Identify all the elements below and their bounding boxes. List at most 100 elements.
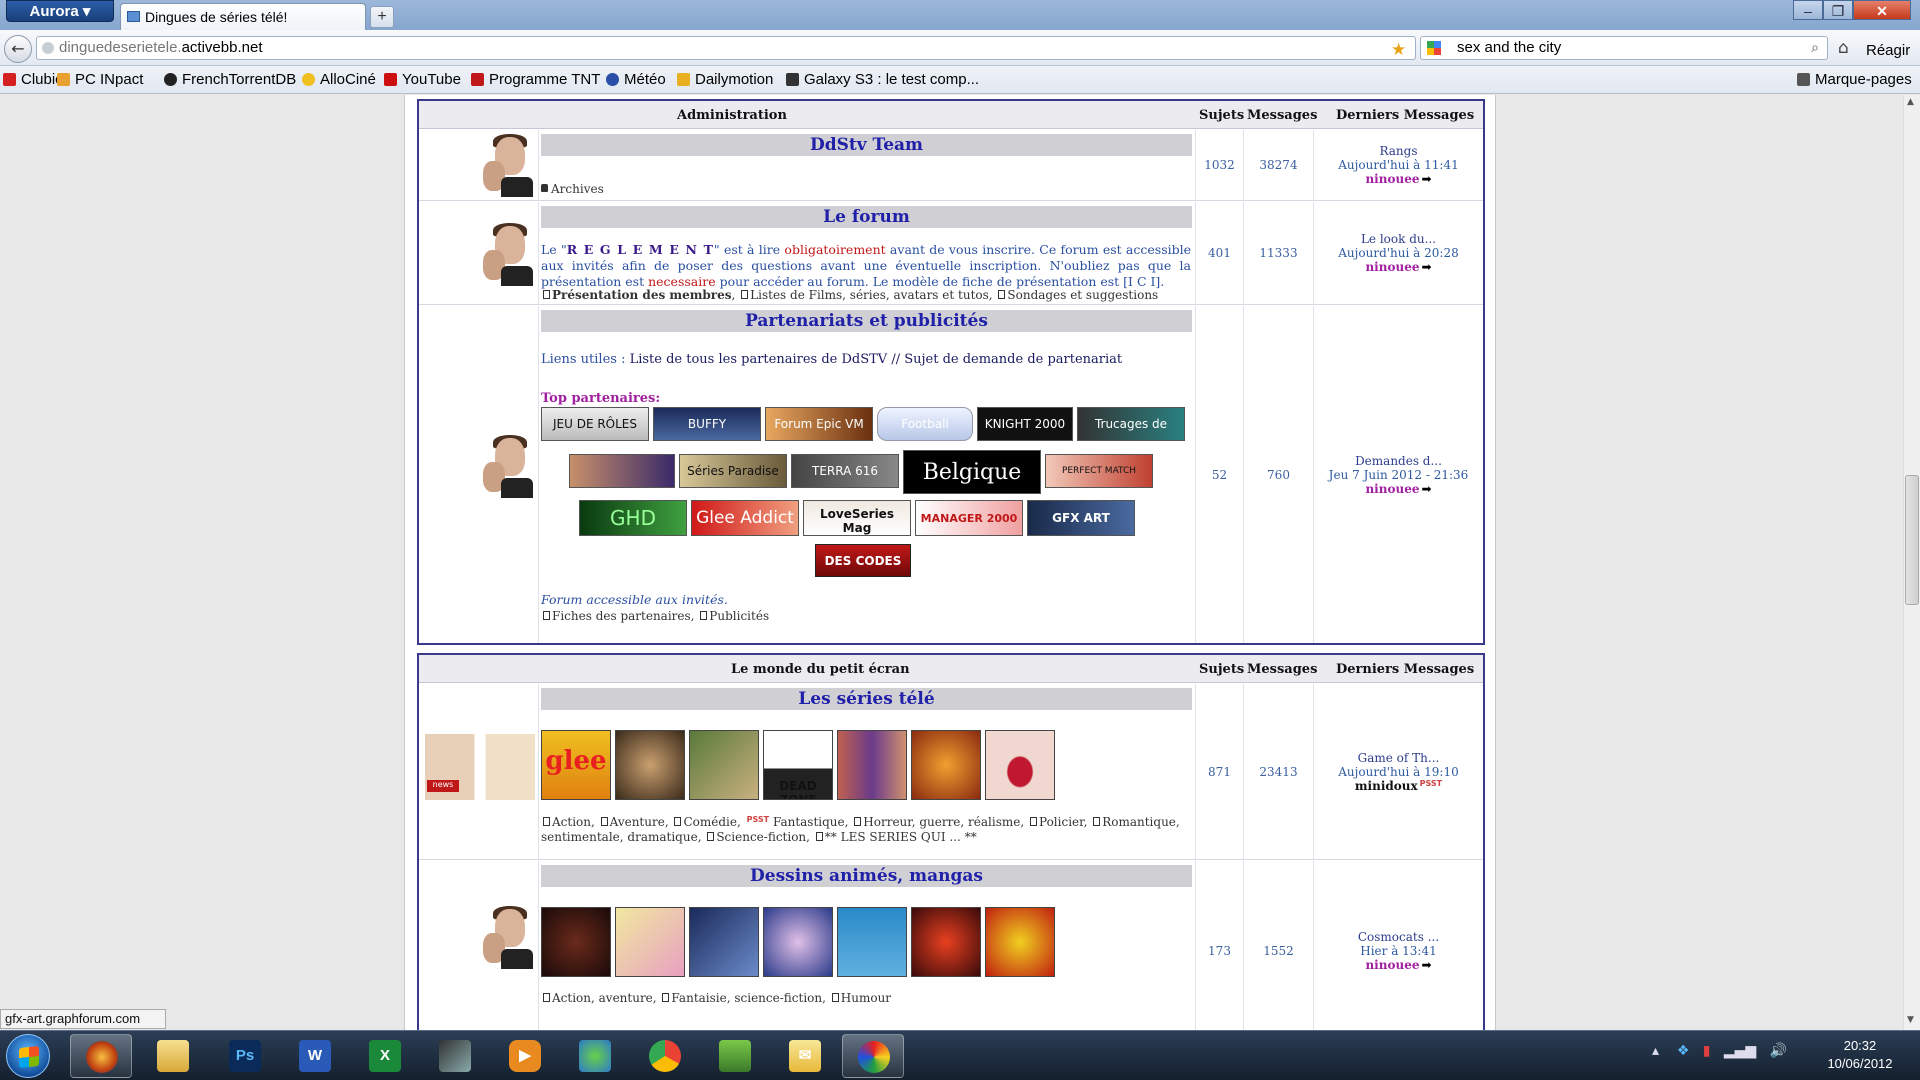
network-icon[interactable]: ▂▄▆ [1724,1043,1756,1059]
scroll-up-icon[interactable]: ▲ [1907,97,1914,107]
start-button[interactable] [6,1034,50,1078]
subforum-link[interactable]: Action, aventure [552,991,653,1005]
cartoon-thumbnail[interactable] [911,907,981,977]
feedback-button[interactable]: Réagir [1866,42,1910,59]
home-icon[interactable]: ⌂ [1838,38,1849,58]
partner-banner[interactable]: PERFECT MATCH [1045,454,1153,488]
subforum-link[interactable]: Sondages et suggestions [1007,288,1158,302]
forum-title-link[interactable]: Partenariats et publicités [541,310,1192,332]
partner-banner[interactable]: Belgique [903,450,1041,494]
app-menu-button[interactable]: Aurora ▾ [6,0,114,22]
last-topic-link[interactable]: Rangs [1314,144,1483,158]
scroll-down-icon[interactable]: ▼ [1907,1015,1914,1025]
scrollbar-thumb[interactable] [1905,475,1919,605]
taskbar-firefox[interactable] [70,1034,132,1078]
url-bar[interactable]: dinguedeserietele.activebb.net ★ ▿ ↻ [36,36,1439,80]
taskbar-photoshop[interactable]: Ps [214,1034,276,1078]
taskbar-excel[interactable]: X [354,1034,416,1078]
partner-banner[interactable]: GHD [579,500,687,536]
series-thumbnail[interactable] [615,730,685,800]
partner-banner[interactable]: Forum Epic VM [765,407,873,441]
taskbar-media-player[interactable]: ▶ [494,1034,556,1078]
partner-banner[interactable]: Séries Paradise [679,454,787,488]
last-user-link[interactable]: minidoux [1355,779,1418,793]
taskbar-clock[interactable]: 20:32 10/06/2012 [1810,1037,1910,1073]
forum-title-link[interactable]: DdStv Team [541,134,1192,156]
subforum-link[interactable]: Fantaisie, science-fiction [671,991,822,1005]
dropbox-icon[interactable]: ❖ [1677,1043,1690,1059]
series-thumbnail[interactable] [837,730,907,800]
bookmark-youtube[interactable]: YouTube [384,71,461,88]
partner-banner[interactable]: BUFFY [653,407,761,441]
taskbar-word[interactable]: W [284,1034,346,1078]
subforum-link[interactable]: Science-fiction [716,830,806,844]
go-to-post-icon[interactable]: ➡ [1421,260,1431,274]
vertical-scrollbar[interactable]: ▲ ▼ [1903,95,1920,1030]
series-thumbnail[interactable] [689,730,759,800]
partner-banner[interactable]: Football [877,407,973,441]
last-topic-link[interactable]: Game of Th... [1314,751,1483,765]
partner-banner[interactable]: Glee Addict [691,500,799,536]
partner-banner[interactable] [569,454,675,488]
series-thumbnail[interactable]: glee [541,730,611,800]
forum-title-link[interactable]: Dessins animés, mangas [541,865,1192,887]
cartoon-thumbnail[interactable] [985,907,1055,977]
last-user-link[interactable]: ninouee [1365,958,1419,972]
bookmark-allocine[interactable]: AlloCiné [302,71,376,88]
browser-tab[interactable]: Dingues de séries télé! [120,3,366,31]
partners-links[interactable]: Liste de tous les partenaires de DdSTV /… [630,352,1123,367]
cartoon-thumbnail[interactable] [837,907,907,977]
reglement-link[interactable]: R E G L E M E N T [567,242,714,257]
go-to-post-icon[interactable]: ➡ [1421,482,1431,496]
bookmark-clubic[interactable]: Clubic [3,71,63,88]
subforum-link[interactable]: Action [552,815,591,829]
partner-banner[interactable]: Trucages de [1077,407,1185,441]
taskbar-messenger[interactable] [564,1034,626,1078]
partner-banner[interactable]: DES CODES [815,544,911,577]
cartoon-thumbnail[interactable] [541,907,611,977]
subforum-link[interactable]: Publicités [709,609,769,623]
subforum-link[interactable]: Policier [1039,815,1084,829]
bookmarks-menu[interactable]: Marque-pages [1797,71,1912,88]
cartoon-thumbnail[interactable] [763,907,833,977]
taskbar-app[interactable]: ✉ [774,1034,836,1078]
show-hidden-icons[interactable]: ▴ [1652,1043,1659,1059]
bookmark-star-icon[interactable]: ★ [1391,39,1406,61]
partner-banner[interactable]: JEU DE RÔLES [541,407,649,441]
series-thumbnail[interactable]: DEAD ZONE [763,730,833,800]
subforum-link[interactable]: Fantastique [773,815,845,829]
bookmark-pcinpact[interactable]: PC INpact [57,71,143,88]
search-bar[interactable]: sex and the city ⌕ [1420,36,1828,60]
search-icon[interactable]: ⌕ [1811,37,1819,59]
cartoon-thumbnail[interactable] [615,907,685,977]
subforum-link[interactable]: Fiches des partenaires [552,609,691,623]
bookmark-meteo[interactable]: Météo [606,71,666,88]
back-button[interactable]: ← [4,35,32,63]
bookmark-programme-tnt[interactable]: Programme TNT [471,71,600,88]
google-icon[interactable] [1427,41,1441,55]
partner-banner[interactable]: MANAGER 2000 [915,500,1023,536]
last-user-link[interactable]: ninouee [1365,260,1419,274]
taskbar-explorer[interactable] [142,1034,204,1078]
taskbar-paint[interactable] [842,1034,904,1078]
partner-banner[interactable]: LoveSeries Mag [803,500,911,536]
subforum-link[interactable]: Listes de Films, séries, avatars et tuto… [750,288,989,302]
taskbar-app[interactable] [424,1034,486,1078]
last-user-link[interactable]: ninouee [1365,482,1419,496]
subforum-link[interactable]: Aventure [610,815,665,829]
minimize-button[interactable]: – [1793,0,1823,20]
go-to-post-icon[interactable]: ➡ [1421,172,1431,186]
site-identity-icon[interactable] [42,42,54,54]
new-tab-button[interactable]: + [370,6,394,28]
partner-banner[interactable]: KNIGHT 2000 [977,407,1073,441]
subforum-link[interactable]: ** LES SERIES QUI ... ** [825,830,977,844]
bookmark-dailymotion[interactable]: Dailymotion [677,71,773,88]
last-topic-link[interactable]: Le look du... [1314,232,1483,246]
battery-icon[interactable]: ▮ [1703,1043,1711,1059]
last-topic-link[interactable]: Cosmocats ... [1314,930,1483,944]
forum-title-link[interactable]: Le forum [541,206,1192,228]
last-topic-link[interactable]: Demandes d... [1314,454,1483,468]
taskbar-app[interactable] [704,1034,766,1078]
go-to-post-icon[interactable]: ➡ [1421,958,1431,972]
last-user-link[interactable]: ninouee [1365,172,1419,186]
